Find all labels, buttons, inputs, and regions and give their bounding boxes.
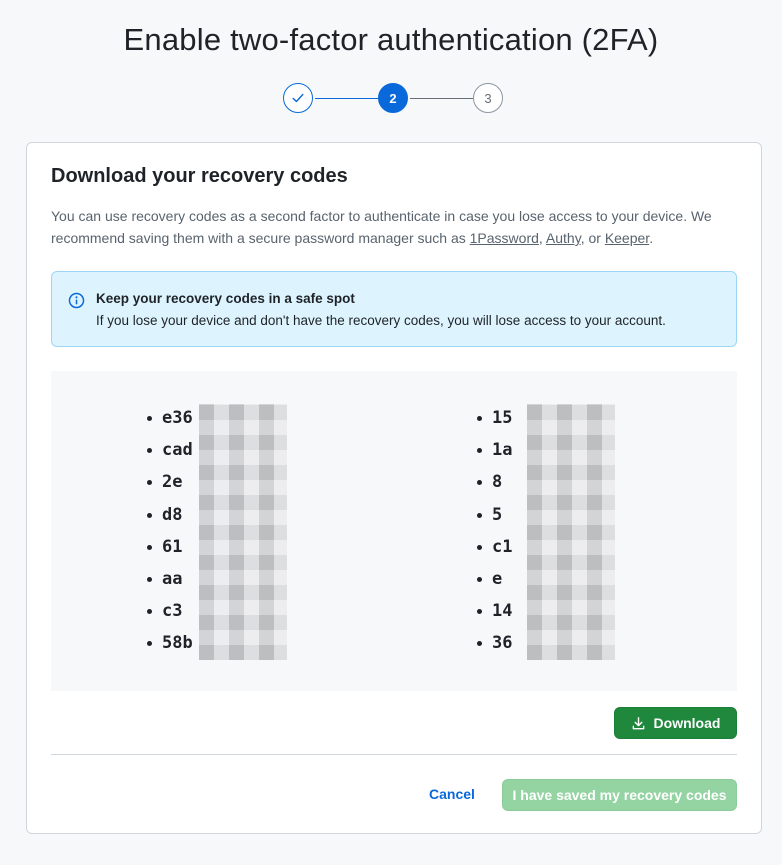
description-separator: , or bbox=[580, 230, 605, 246]
saved-recovery-codes-button[interactable]: I have saved my recovery codes bbox=[502, 779, 737, 811]
progress-stepper: 2 3 bbox=[283, 83, 505, 115]
recovery-code: e36 bbox=[147, 406, 193, 438]
recovery-code: 58b bbox=[147, 631, 193, 663]
recovery-code: 2e bbox=[147, 470, 193, 502]
page-title: Enable two-factor authentication (2FA) bbox=[123, 22, 659, 57]
download-icon bbox=[632, 716, 644, 729]
card-description: You can use recovery codes as a second f… bbox=[51, 205, 741, 249]
download-button-label: Download bbox=[653, 715, 721, 731]
recovery-code: 1a bbox=[477, 438, 512, 470]
recovery-codes-card: Download your recovery codes You can use… bbox=[26, 142, 762, 834]
link-authy[interactable]: Authy bbox=[546, 230, 581, 246]
redaction-mosaic-left bbox=[199, 404, 287, 660]
notice-title: Keep your recovery codes in a safe spot bbox=[96, 291, 355, 306]
description-separator: , bbox=[538, 230, 546, 246]
description-period: . bbox=[649, 230, 654, 246]
recovery-code: 15 bbox=[477, 406, 512, 438]
safe-spot-notice: Keep your recovery codes in a safe spot … bbox=[51, 271, 737, 347]
recovery-code: 36 bbox=[477, 631, 512, 663]
card-title: Download your recovery codes bbox=[51, 165, 348, 187]
recovery-code: e bbox=[477, 567, 512, 599]
recovery-code: c1 bbox=[477, 535, 512, 567]
download-button[interactable]: Download bbox=[614, 707, 737, 739]
info-icon bbox=[68, 292, 85, 309]
step-connector-upcoming bbox=[410, 98, 473, 99]
recovery-code: d8 bbox=[147, 503, 193, 535]
recovery-code: aa bbox=[147, 567, 193, 599]
step-1-complete bbox=[283, 83, 313, 113]
recovery-codes-left-column: e36 cad 2e d8 61 aa c3 58b bbox=[147, 406, 193, 664]
link-keeper[interactable]: Keeper bbox=[605, 230, 649, 246]
recovery-code: 8 bbox=[477, 470, 512, 502]
recovery-code: 5 bbox=[477, 503, 512, 535]
recovery-code: 14 bbox=[477, 599, 512, 631]
link-1password[interactable]: 1Password bbox=[470, 230, 539, 246]
recovery-code: 61 bbox=[147, 535, 193, 567]
recovery-codes-box: e36 cad 2e d8 61 aa c3 58b 15 1a 8 5 c1 … bbox=[51, 371, 737, 691]
footer-divider bbox=[51, 754, 737, 755]
recovery-code: c3 bbox=[147, 599, 193, 631]
step-2-current: 2 bbox=[378, 83, 408, 113]
cancel-button[interactable]: Cancel bbox=[429, 786, 475, 802]
recovery-code: cad bbox=[147, 438, 193, 470]
notice-body: If you lose your device and don't have t… bbox=[96, 313, 666, 328]
step-connector-completed bbox=[315, 98, 378, 99]
redaction-mosaic-right bbox=[527, 404, 615, 660]
recovery-codes-right-column: 15 1a 8 5 c1 e 14 36 bbox=[477, 406, 512, 664]
checkmark-icon bbox=[292, 93, 304, 103]
step-3-upcoming: 3 bbox=[473, 83, 503, 113]
